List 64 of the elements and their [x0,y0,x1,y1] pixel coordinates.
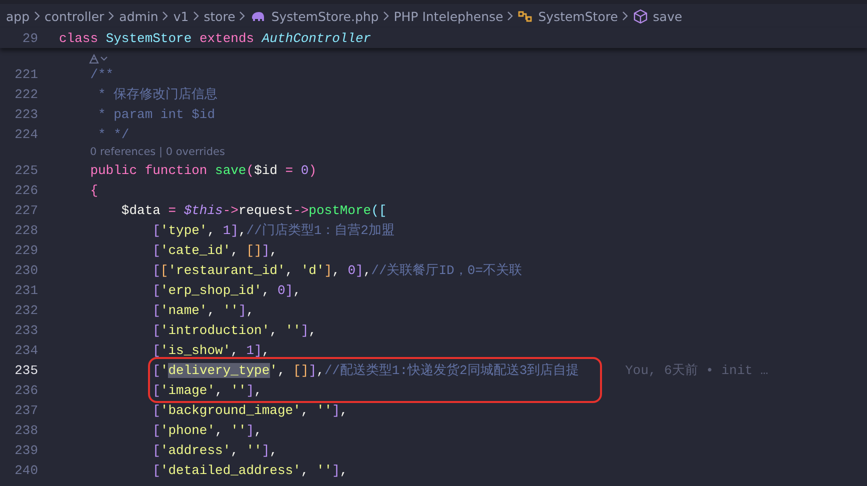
code-line: /** [89,66,114,82]
line-number: 234 [14,342,38,358]
code-line: ['background_image', ''], [152,402,348,418]
chevron-icon [108,11,116,21]
code-line: ['name', ''], [152,302,254,318]
code-line: $data = $this->request->postMore([ [120,202,387,218]
line-number: 29 [21,30,38,46]
line-number: 226 [14,182,38,198]
chevron-icon [239,11,246,21]
chevron-icon [162,11,170,21]
breadcrumb-item[interactable]: SystemStore [538,8,618,24]
code-line: ['phone', ''], [152,422,262,438]
chevron-icon [382,11,390,21]
line-number: 228 [14,222,38,238]
breadcrumb-item[interactable]: store [204,8,236,24]
blame-annotation: You, 6天前 • init … [625,362,768,379]
line-number: 231 [14,282,38,298]
chevron-icon [507,11,514,21]
line-number: 233 [14,322,38,338]
class-icon [518,10,534,22]
chevron-icon [622,11,629,21]
line-number: 229 [14,242,38,258]
line-number: 239 [14,442,38,458]
line-number: 232 [14,302,38,318]
code-line: [['restaurant_id', 'd'], 0],//关联餐厅ID，0=不关联 [152,262,522,279]
chevron-icon [34,11,41,21]
line-number: 238 [14,422,38,438]
code-line: ['type', 1],//门店类型1：自营2加盟 [152,222,394,239]
code-line: * */ [97,126,130,142]
code-line: public function save($id = 0) [89,162,317,178]
code-line: ['image', ''], [152,382,262,398]
breadcrumb-item[interactable]: controller [44,8,104,24]
line-number: 230 [14,262,38,278]
breadcrumb-item[interactable]: v1 [173,8,189,24]
line-number: 235 [14,362,38,378]
code-line: class SystemStore extends AuthController [59,30,372,46]
breadcrumb-item[interactable]: PHP Intelephense [394,8,504,24]
code-line: ['delivery_type', []],//配送类型1:快递发货2同城配送3到店自提 [152,362,580,379]
cube-icon [632,8,648,24]
breadcrumb-item[interactable]: app [6,8,30,24]
chevron-icon [192,11,200,21]
code-line: ['address', ''], [152,442,278,458]
code-line: ['erp_shop_id', 0], [152,282,301,298]
code-line: { [89,182,98,198]
line-number: 240 [14,462,38,478]
code-line: ['detailed_address', ''], [152,462,348,478]
line-number: 237 [14,402,38,418]
code-line: ['cate_id', []], [152,242,278,258]
line-number: 236 [14,382,38,398]
line-number: 221 [14,66,38,82]
line-number: 224 [14,126,38,142]
line-number: 227 [14,202,38,218]
code-lens[interactable]: 0 references | 0 overrides [90,146,225,158]
elephant-icon [250,10,266,22]
line-number: 225 [14,162,38,178]
line-number: 223 [14,106,38,122]
code-line: ['is_show', 1], [152,342,270,358]
breadcrumb-item[interactable]: SystemStore.php [271,8,379,24]
code-line: * param int $id [97,106,216,122]
line-number: 222 [14,86,38,102]
code-line: ['introduction', ''], [152,322,316,338]
breadcrumb-item[interactable]: admin [119,8,158,24]
code-line: * 保存修改门店信息 [97,86,218,103]
breadcrumb-item[interactable]: save [652,8,682,24]
